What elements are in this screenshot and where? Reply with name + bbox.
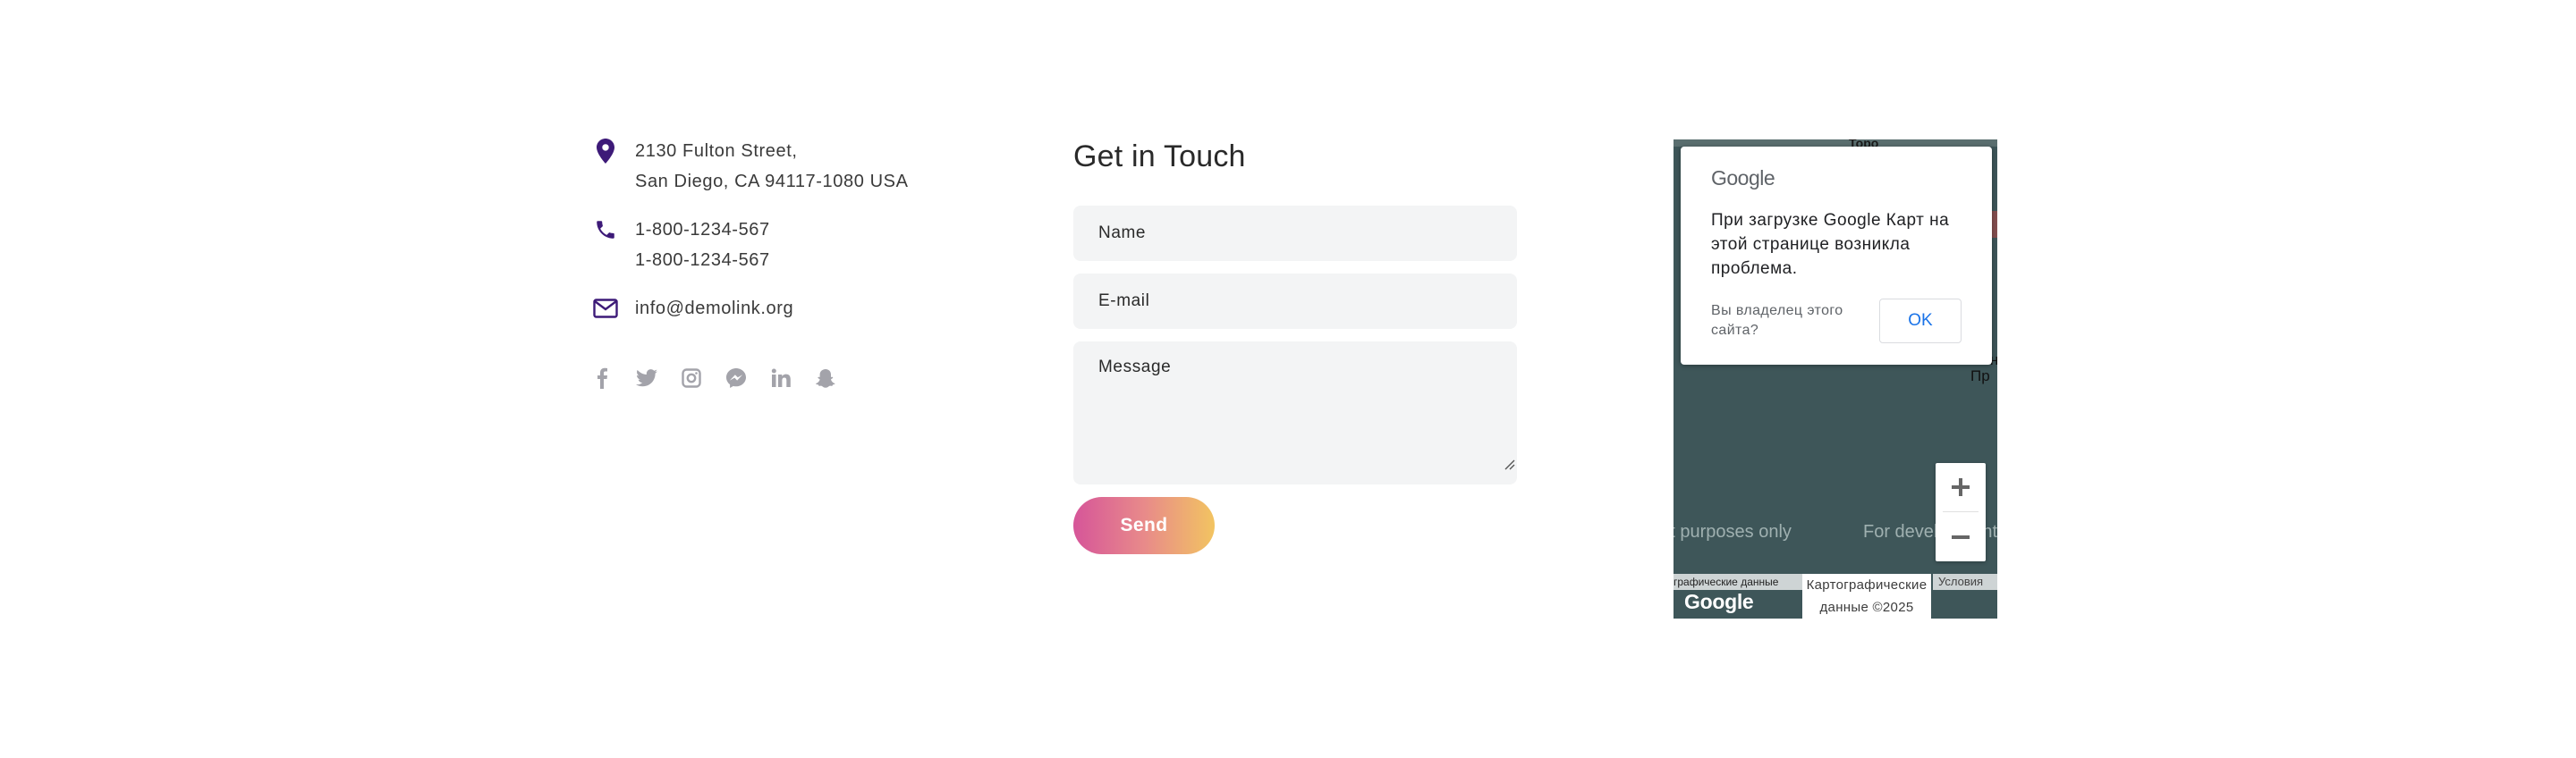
mail-icon — [590, 293, 621, 324]
message-wrapper — [1073, 341, 1517, 484]
message-textarea[interactable] — [1073, 341, 1517, 484]
map-data-attribution[interactable]: Картографические данные ©2025 — [1802, 574, 1931, 619]
twitter-icon[interactable] — [635, 366, 658, 390]
facebook-icon[interactable] — [590, 366, 614, 390]
zoom-control — [1936, 463, 1986, 561]
minus-icon — [1952, 535, 1970, 539]
google-logo-white[interactable]: Google — [1684, 590, 1754, 614]
email-link[interactable]: info@demolink.org — [635, 293, 793, 324]
phone-icon — [590, 215, 621, 245]
address-row: 2130 Fulton Street, San Diego, CA 94117-… — [590, 136, 966, 197]
site-owner-question[interactable]: Вы владелец этого сайта? — [1711, 301, 1872, 341]
address-line-1: 2130 Fulton Street, — [635, 141, 798, 161]
zoom-in-button[interactable] — [1936, 463, 1986, 511]
map-tile-edge — [1674, 139, 1997, 147]
map-data-attribution-left: графические данные — [1674, 574, 1802, 590]
terms-link[interactable]: Условия — [1933, 574, 1997, 590]
instagram-icon[interactable] — [680, 366, 703, 390]
contact-form: Get in Touch Send — [1073, 134, 1517, 554]
linkedin-icon[interactable] — [769, 366, 792, 390]
phone-line-1[interactable]: 1-800-1234-567 — [635, 215, 770, 245]
send-button[interactable]: Send — [1073, 497, 1215, 554]
snapchat-icon[interactable] — [814, 366, 837, 390]
email-input[interactable] — [1073, 274, 1517, 329]
messenger-icon[interactable] — [724, 366, 748, 390]
name-input[interactable] — [1073, 206, 1517, 261]
map-error-message: При загрузке Google Карт на этой страниц… — [1711, 211, 1950, 278]
form-title: Get in Touch — [1073, 139, 1246, 173]
email-row: info@demolink.org — [590, 293, 966, 324]
contact-section: 2130 Fulton Street, San Diego, CA 94117-… — [0, 0, 2576, 758]
social-links — [590, 366, 837, 390]
map-footer: графические данные Картографические данн… — [1674, 574, 1997, 619]
phone-line-2[interactable]: 1-800-1234-567 — [635, 245, 770, 275]
plus-icon — [1952, 478, 1970, 496]
address-line-2: San Diego, CA 94117-1080 USA — [635, 172, 909, 191]
dev-watermark: ent purposes only — [1674, 522, 1792, 542]
google-logo: Google — [1711, 166, 1775, 190]
google-map[interactable]: Торо Сан Пр Google При загрузке Google К… — [1674, 139, 1997, 619]
phone-row: 1-800-1234-567 1-800-1234-567 — [590, 215, 966, 275]
map-error-dialog: Google При загрузке Google Карт на этой … — [1681, 147, 1992, 365]
ok-button[interactable]: OK — [1879, 299, 1962, 343]
resize-handle-icon[interactable] — [1503, 458, 1515, 470]
zoom-out-button[interactable] — [1936, 513, 1986, 561]
map-pin-icon — [590, 136, 621, 166]
contact-info: 2130 Fulton Street, San Diego, CA 94117-… — [590, 136, 966, 341]
map-road-fragment — [1992, 211, 1997, 238]
